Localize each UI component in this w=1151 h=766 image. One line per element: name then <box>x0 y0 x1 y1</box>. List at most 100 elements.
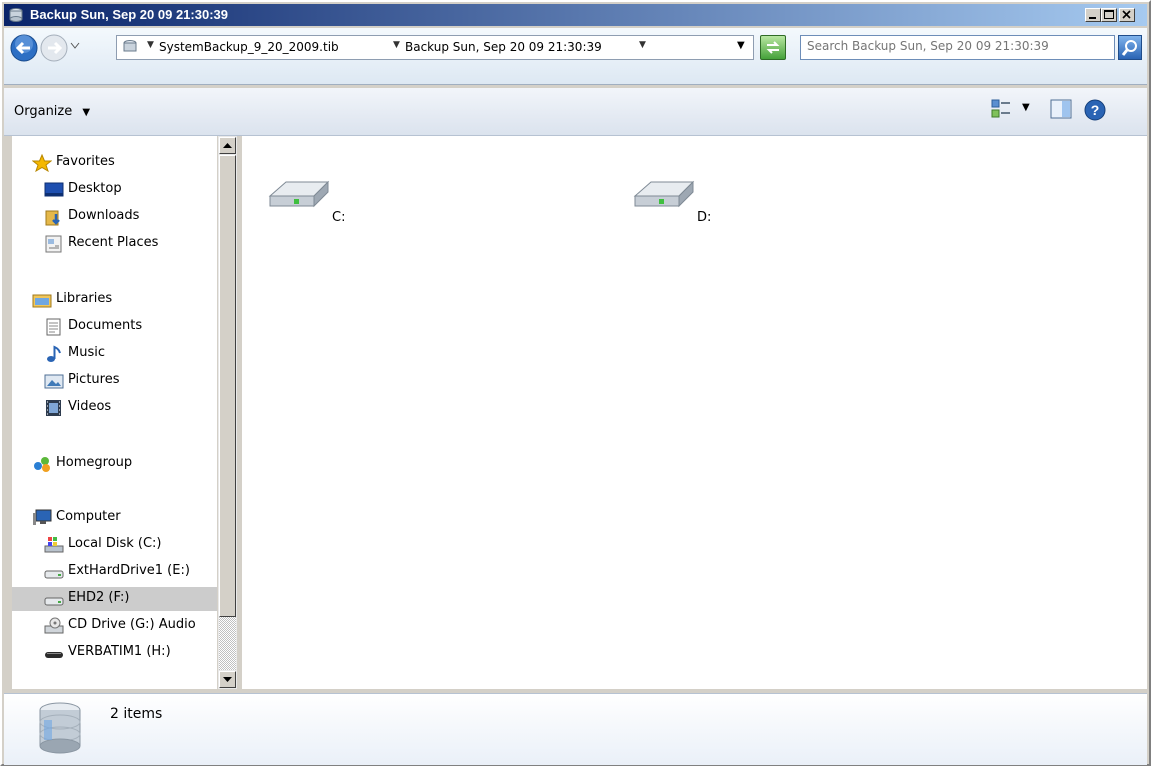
forward-arrow-icon[interactable] <box>40 34 68 62</box>
pictures-icon <box>44 374 64 389</box>
breadcrumb-separator-icon[interactable]: ▼ <box>147 40 154 50</box>
nav-verbatim1-h[interactable]: VERBATIM1 (H:) <box>12 641 217 665</box>
view-dropdown-icon[interactable]: ▼ <box>1022 102 1030 113</box>
search-input[interactable] <box>807 39 1107 53</box>
nav-label: Documents <box>68 318 143 333</box>
nav-desktop[interactable]: Desktop <box>12 178 217 202</box>
drive-item-c[interactable]: C: <box>262 174 382 225</box>
search-field[interactable] <box>800 35 1115 60</box>
nav-label: VERBATIM1 (H:) <box>68 644 171 659</box>
nav-cd-drive-g[interactable]: CD Drive (G:) Audio <box>12 614 217 638</box>
nav-homegroup[interactable]: Homegroup <box>12 452 217 476</box>
usb-drive-icon <box>45 652 63 658</box>
address-bar[interactable]: ▼ SystemBackup_9_20_2009.tib ▼ Backup Su… <box>116 35 754 60</box>
address-history-dropdown-icon[interactable]: ▼ <box>737 40 745 51</box>
chevron-down-icon: ▼ <box>82 107 91 118</box>
window-title: Backup Sun, Sep 20 09 21:30:39 <box>30 7 228 22</box>
nav-computer[interactable]: Computer <box>12 506 217 530</box>
item-count: 2 items <box>110 706 163 722</box>
nav-exthardrive-e[interactable]: ExtHardDrive1 (E:) <box>12 560 217 584</box>
organize-menu[interactable]: Organize ▼ <box>14 104 90 119</box>
music-note-icon <box>47 345 61 362</box>
minimize-button[interactable] <box>1085 8 1101 22</box>
computer-icon <box>33 509 52 525</box>
recent-places-icon <box>45 235 62 253</box>
svg-text:?: ? <box>1091 102 1100 118</box>
minimize-icon <box>1089 17 1096 19</box>
details-pane: 2 items <box>4 693 1147 765</box>
nav-label: Recent Places <box>68 235 159 250</box>
navigation-scrollbar[interactable] <box>218 136 237 689</box>
search-button[interactable] <box>1118 35 1142 60</box>
breadcrumb-separator-icon[interactable]: ▼ <box>639 40 646 50</box>
drive-label: C: <box>332 210 346 225</box>
nav-ehd2-f[interactable]: EHD2 (F:) <box>12 587 217 611</box>
nav-local-disk-c[interactable]: Local Disk (C:) <box>12 533 217 557</box>
nav-label: Desktop <box>68 181 122 196</box>
scrollbar-thumb[interactable] <box>219 155 236 617</box>
nav-libraries[interactable]: Libraries <box>12 288 217 312</box>
nav-label: Local Disk (C:) <box>68 536 162 551</box>
homegroup-icon <box>34 457 50 472</box>
nav-label: Favorites <box>56 154 115 169</box>
scroll-down-button[interactable] <box>219 671 236 688</box>
maximize-button[interactable] <box>1101 8 1117 22</box>
scroll-up-button[interactable] <box>219 137 236 154</box>
drive-item-d[interactable]: D: <box>627 174 747 225</box>
nav-downloads[interactable]: Downloads <box>12 205 217 229</box>
recent-pages-dropdown-icon[interactable] <box>70 42 80 50</box>
nav-documents[interactable]: Documents <box>12 315 217 339</box>
nav-videos[interactable]: Videos <box>12 396 217 420</box>
maximize-icon <box>1104 10 1114 19</box>
nav-music[interactable]: Music <box>12 342 217 366</box>
search-icon <box>1121 40 1137 56</box>
scrollbar-track[interactable] <box>219 617 236 670</box>
back-arrow-icon[interactable] <box>10 34 38 62</box>
arrow-up-icon <box>223 143 232 148</box>
title-bar[interactable]: Backup Sun, Sep 20 09 21:30:39 <box>4 4 1147 26</box>
nav-label: Downloads <box>68 208 140 223</box>
refresh-icon <box>766 41 780 54</box>
address-toolbar: ▼ SystemBackup_9_20_2009.tib ▼ Backup Su… <box>4 28 1147 85</box>
file-list: C: D: <box>242 136 1147 689</box>
external-drive-icon <box>44 597 64 606</box>
close-icon <box>1122 10 1131 19</box>
change-view-icon[interactable] <box>990 98 1012 120</box>
libraries-icon <box>32 294 52 308</box>
nav-pictures[interactable]: Pictures <box>12 369 217 393</box>
nav-label: Music <box>68 345 105 360</box>
desktop-icon <box>44 182 64 197</box>
refresh-button[interactable] <box>760 35 786 60</box>
organize-label: Organize <box>14 104 73 119</box>
nav-label: ExtHardDrive1 (E:) <box>68 563 190 578</box>
nav-label: Videos <box>68 399 112 414</box>
cd-drive-icon <box>44 617 64 634</box>
documents-icon <box>46 318 61 336</box>
breadcrumb-backup[interactable]: Backup Sun, Sep 20 09 21:30:39 <box>405 40 602 54</box>
nav-label: Pictures <box>68 372 120 387</box>
nav-label: Homegroup <box>56 455 133 470</box>
nav-recent-places[interactable]: Recent Places <box>12 232 217 256</box>
system-drive-icon <box>44 537 64 553</box>
preview-pane-icon[interactable] <box>1050 99 1072 119</box>
videos-icon <box>46 400 61 416</box>
external-drive-icon <box>44 570 64 579</box>
backup-archive-icon <box>9 8 23 22</box>
nav-label: EHD2 (F:) <box>68 590 130 605</box>
backup-archive-icon <box>39 702 81 754</box>
downloads-folder-icon <box>45 210 60 226</box>
breadcrumb-archive[interactable]: SystemBackup_9_20_2009.tib <box>159 40 339 54</box>
nav-label: Libraries <box>56 291 113 306</box>
command-bar: Organize ▼ ▼ ? <box>4 88 1147 136</box>
close-button[interactable] <box>1119 8 1135 22</box>
nav-favorites[interactable]: Favorites <box>12 151 217 175</box>
hard-drive-icon <box>268 180 330 208</box>
arrow-down-icon <box>223 677 232 682</box>
help-icon[interactable]: ? <box>1084 99 1106 121</box>
backup-archive-icon <box>123 40 137 52</box>
nav-label: CD Drive (G:) Audio <box>68 617 196 632</box>
breadcrumb-separator-icon[interactable]: ▼ <box>393 40 400 50</box>
hard-drive-icon <box>633 180 695 208</box>
explorer-window: Backup Sun, Sep 20 09 21:30:39 ▼ SystemB… <box>0 0 1151 766</box>
star-icon <box>32 154 52 172</box>
